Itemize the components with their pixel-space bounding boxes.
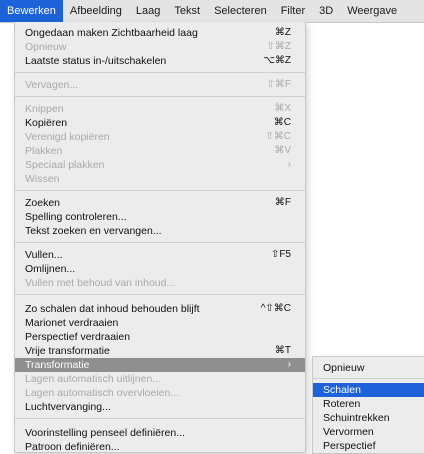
menu-item-label: Omlijnen... bbox=[25, 263, 76, 275]
menubar-item-weergave[interactable]: Weergave bbox=[340, 0, 404, 22]
menu-item-label: Speciaal plakken bbox=[25, 159, 105, 171]
menu-item-label: Vullen met behoud van inhoud... bbox=[25, 277, 176, 289]
menu-item-shortcut: ⌘C bbox=[273, 117, 291, 128]
menu-item-stroke[interactable]: Omlijnen... bbox=[15, 262, 305, 276]
menu-separator bbox=[15, 418, 305, 419]
menu-separator bbox=[15, 190, 305, 191]
menu-item-label: Plakken bbox=[25, 145, 63, 157]
menu-item-label: Ongedaan maken Zichtbaarheid laag bbox=[25, 27, 198, 39]
menubar-item-afbeelding[interactable]: Afbeelding bbox=[63, 0, 129, 22]
menubar-item-selecteren[interactable]: Selecteren bbox=[207, 0, 274, 22]
menu-item-transform[interactable]: Transformatie › bbox=[15, 358, 305, 372]
menu-item-label: Voorinstelling penseel definiëren... bbox=[25, 427, 185, 439]
menu-item-label: Spelling controleren... bbox=[25, 211, 127, 223]
menu-item-shortcut: ⌘V bbox=[274, 145, 291, 156]
menu-item-content-aware-fill[interactable]: Vullen met behoud van inhoud... bbox=[15, 276, 305, 290]
menu-item-clear[interactable]: Wissen bbox=[15, 172, 305, 186]
submenu-arrow-icon: › bbox=[287, 159, 291, 170]
menu-item-label: Opnieuw bbox=[25, 41, 67, 53]
submenu-item-distort[interactable]: Vervormen bbox=[313, 425, 424, 439]
menu-item-paste[interactable]: Plakken ⌘V bbox=[15, 144, 305, 158]
edit-menu-dropdown: Ongedaan maken Zichtbaarheid laag ⌘Z Opn… bbox=[14, 22, 306, 453]
menu-item-shortcut: ⇧F5 bbox=[270, 249, 291, 260]
menu-item-undo[interactable]: Ongedaan maken Zichtbaarheid laag ⌘Z bbox=[15, 26, 305, 40]
menu-item-label: Vullen... bbox=[25, 249, 63, 261]
menu-item-shortcut: ⌘F bbox=[274, 197, 291, 208]
transform-submenu: Opnieuw Schalen Roteren Schuintrekken Ve… bbox=[312, 356, 424, 454]
menu-item-free-transform[interactable]: Vrije transformatie ⌘T bbox=[15, 344, 305, 358]
submenu-item-scale[interactable]: Schalen bbox=[313, 383, 424, 397]
menu-item-search[interactable]: Zoeken ⌘F bbox=[15, 196, 305, 210]
submenu-arrow-icon: › bbox=[287, 359, 291, 370]
menu-separator bbox=[313, 378, 424, 379]
menu-item-define-brush-preset[interactable]: Voorinstelling penseel definiëren... bbox=[15, 426, 305, 440]
menubar-item-filter[interactable]: Filter bbox=[274, 0, 312, 22]
menu-item-label: Marionet verdraaien bbox=[25, 317, 119, 329]
menu-item-shortcut: ⇧⌘Z bbox=[266, 41, 292, 52]
menu-item-label: Zo schalen dat inhoud behouden blijft bbox=[25, 303, 200, 315]
menu-item-label: Wissen bbox=[25, 173, 60, 185]
menu-item-copy-merged[interactable]: Verenigd kopiëren ⇧⌘C bbox=[15, 130, 305, 144]
menu-item-shortcut: ⌥⌘Z bbox=[263, 55, 291, 66]
menu-item-shortcut: ⇧⌘F bbox=[266, 79, 292, 90]
menu-item-label: Kopiëren bbox=[25, 117, 68, 129]
menu-item-shortcut: ⌘X bbox=[274, 103, 291, 114]
menu-item-label: Laatste status in-/uitschakelen bbox=[25, 55, 167, 67]
menu-item-sky-replacement[interactable]: Luchtvervanging... bbox=[15, 400, 305, 414]
menu-item-redo[interactable]: Opnieuw ⇧⌘Z bbox=[15, 40, 305, 54]
menu-item-auto-align-layers[interactable]: Lagen automatisch uitlijnen... bbox=[15, 372, 305, 386]
menu-item-label: Perspectief verdraaien bbox=[25, 331, 131, 343]
submenu-item-rotate[interactable]: Roteren bbox=[313, 397, 424, 411]
menu-separator bbox=[15, 242, 305, 243]
menu-separator bbox=[15, 294, 305, 295]
menu-item-puppet-warp[interactable]: Marionet verdraaien bbox=[15, 316, 305, 330]
menu-item-fill[interactable]: Vullen... ⇧F5 bbox=[15, 248, 305, 262]
menu-separator bbox=[15, 96, 305, 97]
menu-bar: Bewerken Afbeelding Laag Tekst Selectere… bbox=[0, 0, 424, 23]
menubar-item-tekst[interactable]: Tekst bbox=[167, 0, 207, 22]
menu-item-label: Zoeken bbox=[25, 197, 61, 209]
menu-item-copy[interactable]: Kopiëren ⌘C bbox=[15, 116, 305, 130]
menu-item-label: Transformatie bbox=[25, 359, 90, 371]
menu-item-auto-blend-layers[interactable]: Lagen automatisch overvloeien... bbox=[15, 386, 305, 400]
menu-item-check-spelling[interactable]: Spelling controleren... bbox=[15, 210, 305, 224]
submenu-item-label: Schuintrekken bbox=[323, 412, 390, 424]
menu-item-cut[interactable]: Knippen ⌘X bbox=[15, 102, 305, 116]
menu-item-perspective-warp[interactable]: Perspectief verdraaien bbox=[15, 330, 305, 344]
menu-item-label: Tekst zoeken en vervangen... bbox=[25, 225, 162, 237]
menu-item-shortcut: ⌘Z bbox=[274, 27, 291, 38]
menu-item-shortcut: ⇧⌘C bbox=[265, 131, 291, 142]
menu-item-label: Lagen automatisch overvloeien... bbox=[25, 387, 180, 399]
submenu-item-again[interactable]: Opnieuw bbox=[313, 361, 424, 375]
menu-item-label: Vervagen... bbox=[25, 79, 79, 91]
menu-item-fade[interactable]: Vervagen... ⇧⌘F bbox=[15, 78, 305, 92]
menu-item-label: Lagen automatisch uitlijnen... bbox=[25, 373, 162, 385]
menu-item-label: Verenigd kopiëren bbox=[25, 131, 110, 143]
submenu-item-label: Vervormen bbox=[323, 426, 374, 438]
submenu-item-label: Schalen bbox=[323, 384, 361, 396]
menu-item-define-pattern[interactable]: Patroon definiëren... bbox=[15, 440, 305, 453]
submenu-item-label: Roteren bbox=[323, 398, 361, 410]
menu-item-label: Luchtvervanging... bbox=[25, 401, 111, 413]
menu-item-content-aware-scale[interactable]: Zo schalen dat inhoud behouden blijft ^⇧… bbox=[15, 302, 305, 316]
submenu-item-skew[interactable]: Schuintrekken bbox=[313, 411, 424, 425]
menu-item-label: Vrije transformatie bbox=[25, 345, 110, 357]
menu-item-find-replace-text[interactable]: Tekst zoeken en vervangen... bbox=[15, 224, 305, 238]
menubar-item-laag[interactable]: Laag bbox=[129, 0, 167, 22]
menu-separator bbox=[15, 72, 305, 73]
menu-item-paste-special[interactable]: Speciaal plakken › bbox=[15, 158, 305, 172]
submenu-item-label: Perspectief bbox=[323, 440, 376, 452]
menu-item-shortcut: ⌘T bbox=[274, 345, 291, 356]
menu-item-toggle-last-state[interactable]: Laatste status in-/uitschakelen ⌥⌘Z bbox=[15, 54, 305, 68]
menu-item-label: Knippen bbox=[25, 103, 64, 115]
submenu-item-label: Opnieuw bbox=[323, 362, 365, 374]
menubar-item-bewerken[interactable]: Bewerken bbox=[0, 0, 63, 22]
menu-item-label: Patroon definiëren... bbox=[25, 441, 120, 453]
menubar-item-3d[interactable]: 3D bbox=[312, 0, 340, 22]
menu-item-shortcut: ^⇧⌘C bbox=[260, 303, 291, 314]
submenu-item-perspective[interactable]: Perspectief bbox=[313, 439, 424, 453]
